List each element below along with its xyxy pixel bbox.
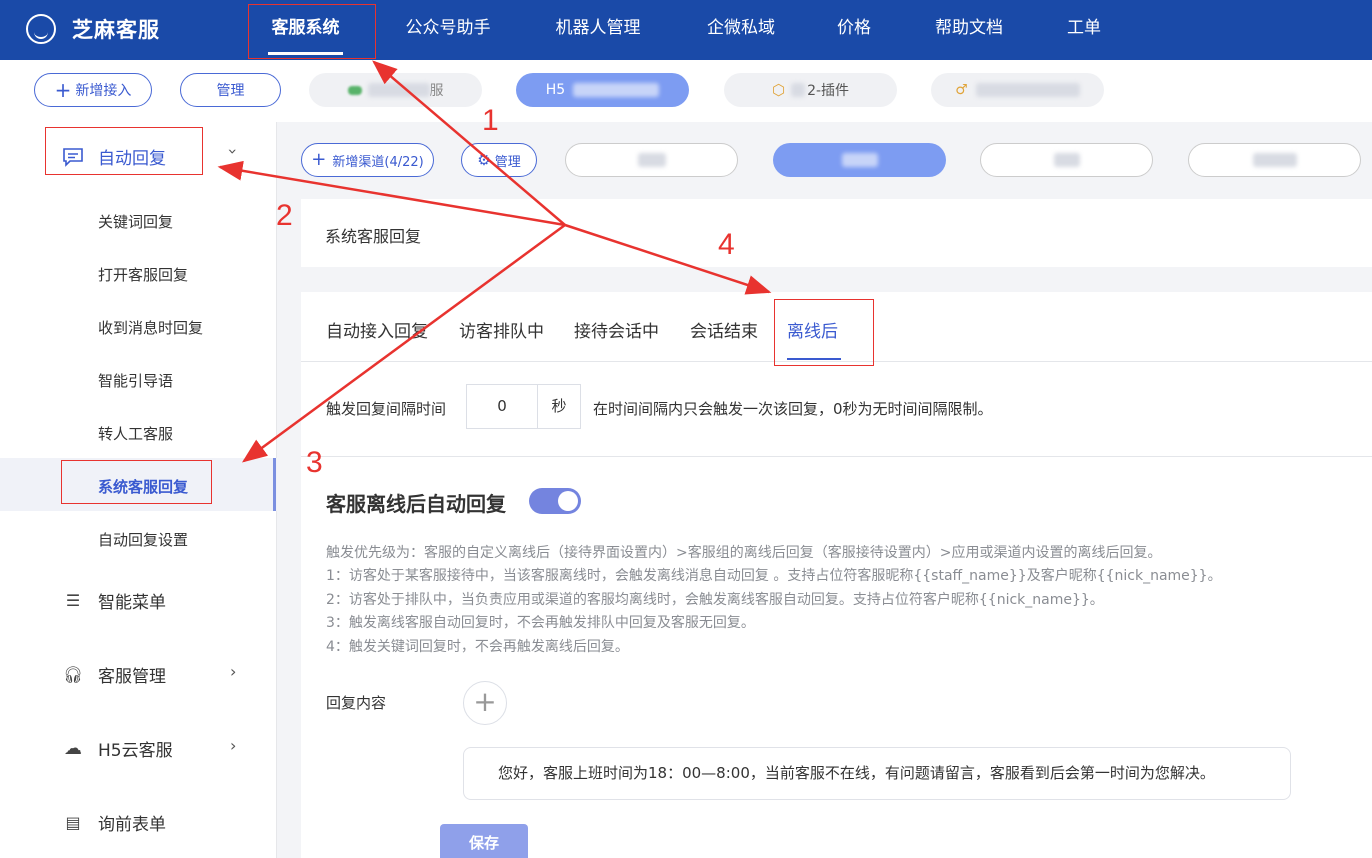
sidebar-group-pre-chat-form[interactable]: ▤ 询前表单 [62, 810, 166, 835]
cloud-icon: ☁ [64, 738, 82, 759]
add-reply-button[interactable]: + [463, 681, 507, 725]
sidebar-group-service-management[interactable]: 🎧︎ 客服管理 [62, 662, 166, 687]
smile-bubble-icon [26, 14, 56, 44]
annotation-number-3: 3 [306, 446, 323, 479]
plus-icon: + [473, 685, 497, 718]
annotation-box-offline-tab [774, 299, 874, 366]
brand[interactable]: 芝麻客服 [26, 12, 160, 46]
chevron-right-icon[interactable]: › [230, 736, 236, 755]
link-icon: ♂ [955, 82, 968, 98]
sidebar-item-smart-guide[interactable]: 智能引导语 [98, 370, 173, 391]
list-icon: ☰ [65, 591, 81, 610]
app-manage-button[interactable]: 管理 [180, 73, 281, 107]
sidebar-item-keyword-reply[interactable]: 关键词回复 [98, 211, 173, 232]
tab-session-end[interactable]: 会话结束 [690, 317, 758, 342]
channel-tab-3[interactable] [980, 143, 1153, 177]
divider [301, 456, 1372, 457]
cube-icon: ⬡ [771, 81, 786, 99]
channel-manage-button[interactable]: ⚙ 管理 [461, 143, 537, 177]
form-icon: ▤ [65, 813, 81, 832]
app-channel-link[interactable]: ♂ [931, 73, 1104, 107]
interval-row: 触发回复间隔时间 0 秒 在时间间隔内只会触发一次该回复，0秒为无时间间隔限制。 [301, 384, 1372, 430]
annotation-number-4: 4 [718, 228, 735, 261]
interval-hint: 在时间间隔内只会触发一次该回复，0秒为无时间间隔限制。 [593, 400, 993, 418]
app-channel-wechat[interactable]: 服 [309, 73, 482, 107]
reply-content-label: 回复内容 [326, 694, 387, 712]
gear-icon: ⚙ [477, 151, 491, 169]
brand-name: 芝麻客服 [72, 18, 160, 42]
chat-icon [347, 85, 362, 95]
channel-tab-4[interactable] [1188, 143, 1361, 177]
interval-value[interactable]: 0 [467, 385, 537, 428]
nav-price[interactable]: 价格 [830, 0, 878, 56]
save-button[interactable]: 保存 [440, 824, 528, 858]
channel-tab-2[interactable] [773, 143, 946, 177]
sidebar-group-h5-cloud[interactable]: ☁ H5云客服 [62, 736, 173, 761]
add-channel-button[interactable]: + 新增渠道(4/22) [301, 143, 434, 177]
annotation-box-auto-reply [45, 127, 203, 175]
sidebar-item-open-service-reply[interactable]: 打开客服回复 [98, 264, 188, 285]
rules-text: 触发优先级为：客服的自定义离线后（接待界面设置内）>客服组的离线后回复（客服接待… [326, 545, 1222, 655]
tab-in-session[interactable]: 接待会话中 [574, 317, 659, 342]
interval-unit: 秒 [537, 385, 580, 428]
annotation-number-2: 2 [276, 199, 293, 232]
plus-icon: + [54, 78, 72, 102]
channel-tab-1[interactable] [565, 143, 738, 177]
nav-ticket[interactable]: 工单 [1062, 0, 1106, 56]
main-panel: 自动接入回复 访客排队中 接待会话中 会话结束 离线后 触发回复间隔时间 0 秒… [301, 292, 1372, 858]
app-channel-plugin[interactable]: ⬡ 2-插件 [724, 73, 897, 107]
sidebar-item-transfer-human[interactable]: 转人工客服 [98, 423, 173, 444]
app-bar: + 新增接入 管理 服 H5 ⬡ 2-插件 ♂ [0, 60, 1372, 122]
sidebar-item-auto-reply-settings[interactable]: 自动回复设置 [98, 529, 188, 550]
tab-queueing[interactable]: 访客排队中 [459, 317, 544, 342]
nav-wecom-private[interactable]: 企微私域 [700, 0, 782, 56]
tab-auto-access[interactable]: 自动接入回复 [326, 317, 428, 342]
reply-content-item[interactable]: 您好，客服上班时间为18：00—8:00，当前客服不在线，有问题请留言，客服看到… [463, 747, 1291, 800]
interval-input[interactable]: 0 秒 [466, 384, 581, 429]
nav-robot-management[interactable]: 机器人管理 [548, 0, 648, 56]
chevron-down-icon[interactable]: › [224, 148, 243, 154]
app-channel-h5[interactable]: H5 [516, 73, 689, 107]
nav-help-docs[interactable]: 帮助文档 [928, 0, 1010, 56]
plus-icon: + [311, 149, 327, 170]
interval-label: 触发回复间隔时间 [326, 400, 447, 418]
sidebar-item-on-message-reply[interactable]: 收到消息时回复 [98, 317, 203, 338]
annotation-number-1: 1 [482, 104, 499, 137]
page-title: 系统客服回复 [325, 227, 422, 246]
annotation-box-system-reply [61, 460, 212, 504]
nav-official-account-helper[interactable]: 公众号助手 [398, 0, 498, 56]
add-access-button[interactable]: + 新增接入 [34, 73, 152, 107]
sidebar-active-bar [273, 458, 276, 511]
headset-icon: 🎧︎ [62, 665, 84, 684]
sidebar-group-smart-menu[interactable]: ☰ 智能菜单 [62, 588, 166, 613]
offline-reply-toggle[interactable] [529, 488, 581, 514]
page-title-panel: 系统客服回复 [301, 199, 1372, 267]
annotation-box-nav [248, 4, 376, 59]
chevron-right-icon[interactable]: › [230, 662, 236, 681]
top-nav: 芝麻客服 客服系统 公众号助手 机器人管理 企微私域 价格 帮助文档 工单 [0, 0, 1372, 60]
section-title: 客服离线后自动回复 [326, 492, 506, 516]
